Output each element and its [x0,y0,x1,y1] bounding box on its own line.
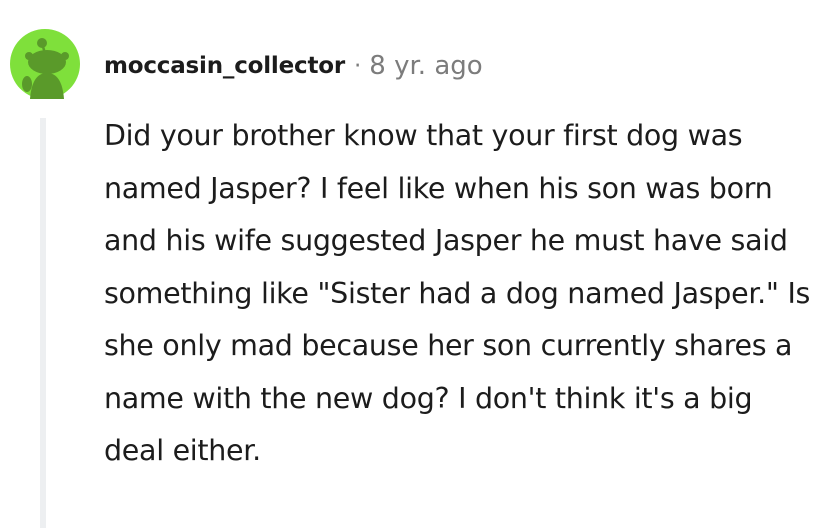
comment-timestamp[interactable]: 8 yr. ago [369,51,482,81]
username-link[interactable]: moccasin_collector [104,53,345,79]
snoo-avatar-icon [10,29,80,99]
comment-body: Did your brother know that your first do… [104,119,811,467]
comment-header: moccasin_collector · 8 yr. ago [104,46,483,86]
thread-collapse-line[interactable] [40,118,46,528]
meta-separator: · [353,53,362,79]
comment: moccasin_collector · 8 yr. ago Did your … [0,0,822,528]
user-avatar[interactable] [10,29,80,99]
